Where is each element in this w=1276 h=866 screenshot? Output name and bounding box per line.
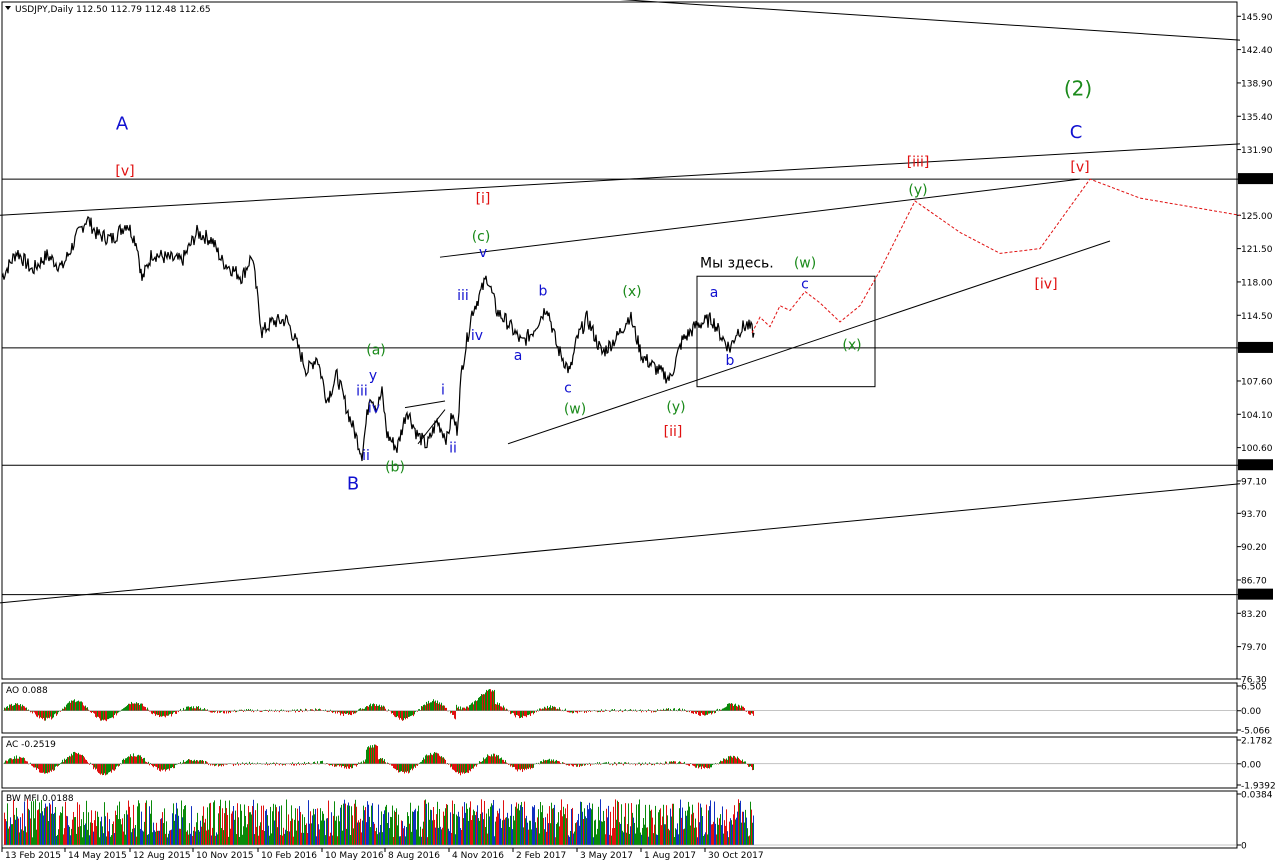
y-tick-label: 0.00 bbox=[1241, 760, 1261, 770]
wave-label: iv bbox=[368, 400, 380, 416]
wave-label: (y) bbox=[908, 182, 927, 198]
y-tick-label: 79.70 bbox=[1241, 643, 1267, 653]
x-tick-label: 8 Aug 2016 bbox=[388, 851, 440, 861]
wave-label: a bbox=[514, 348, 523, 364]
wave-label: iii bbox=[457, 288, 469, 304]
x-tick-label: 10 Nov 2015 bbox=[196, 851, 254, 861]
symbol-header: USDJPY,Daily 112.50 112.79 112.48 112.65 bbox=[15, 5, 211, 15]
y-tick-label: 97.10 bbox=[1241, 477, 1267, 487]
wave-label: [v] bbox=[115, 163, 134, 179]
wave-label: (b) bbox=[385, 459, 405, 475]
y-tick-label: 90.20 bbox=[1241, 543, 1267, 553]
y-tick-label: 118.00 bbox=[1241, 278, 1273, 288]
y-tick-label: -5.066 bbox=[1241, 727, 1270, 737]
y-tick-label: 138.90 bbox=[1241, 79, 1273, 89]
wave-label: (y) bbox=[666, 399, 685, 415]
y-tick-label: 104.10 bbox=[1241, 411, 1273, 421]
wave-label: A bbox=[116, 114, 129, 135]
wave-label: [ii] bbox=[664, 424, 683, 440]
wave-label: a bbox=[710, 285, 719, 301]
x-tick-label: 13 Feb 2015 bbox=[5, 851, 61, 861]
y-tick-label: 135.40 bbox=[1241, 113, 1273, 123]
x-tick-label: 10 May 2016 bbox=[325, 851, 384, 861]
y-tick-label: 0 bbox=[1241, 842, 1247, 852]
x-tick-label: 4 Nov 2016 bbox=[452, 851, 504, 861]
x-tick-label: 10 Feb 2016 bbox=[261, 851, 317, 861]
x-tick-label: 14 May 2015 bbox=[68, 851, 127, 861]
x-tick-label: 1 Aug 2017 bbox=[644, 851, 696, 861]
y-tick-label: 6.505 bbox=[1241, 683, 1267, 693]
y-tick-label: 131.90 bbox=[1241, 146, 1273, 156]
wave-label: (c) bbox=[472, 229, 491, 245]
y-tick-label: 111.07 bbox=[1241, 344, 1273, 354]
wave-label: iii bbox=[356, 383, 368, 399]
wave-label: [v] bbox=[1070, 159, 1089, 175]
wave-label: ii bbox=[449, 440, 457, 456]
wave-label: y bbox=[369, 368, 377, 384]
usdjpy-chart[interactable]: USDJPY,Daily 112.50 112.79 112.48 112.65… bbox=[0, 0, 1276, 866]
x-tick-label: 12 Aug 2015 bbox=[133, 851, 191, 861]
wave-label: (a) bbox=[366, 342, 386, 358]
wave-label: c bbox=[564, 380, 572, 396]
y-tick-label: 100.60 bbox=[1241, 444, 1273, 454]
y-tick-label: 86.70 bbox=[1241, 576, 1267, 586]
wave-label: (2) bbox=[1064, 76, 1092, 100]
x-tick-label: 2 Feb 2017 bbox=[516, 851, 566, 861]
wave-label: [i] bbox=[476, 191, 491, 207]
wave-label: (x) bbox=[842, 338, 861, 354]
wave-label: (w) bbox=[564, 401, 586, 417]
wave-label: c bbox=[801, 277, 809, 293]
wave-label: [iii] bbox=[907, 155, 930, 171]
y-tick-label: 0.00 bbox=[1241, 707, 1261, 717]
wave-label: ii bbox=[362, 448, 370, 464]
wave-label: i bbox=[441, 382, 445, 398]
y-tick-label: 107.60 bbox=[1241, 377, 1273, 387]
y-tick-label: 98.75 bbox=[1241, 462, 1267, 472]
y-tick-label: 93.70 bbox=[1241, 510, 1267, 520]
wave-label: (x) bbox=[622, 284, 641, 300]
wave-label: (w) bbox=[794, 256, 816, 272]
y-tick-label: 121.50 bbox=[1241, 245, 1273, 255]
y-tick-label: 85.16 bbox=[1241, 591, 1267, 601]
annotation-note: Мы здесь. bbox=[700, 256, 774, 272]
wave-label: v bbox=[479, 245, 487, 261]
y-tick-label: 2.1782 bbox=[1241, 737, 1273, 747]
wave-label: B bbox=[347, 474, 359, 495]
y-tick-label: 83.20 bbox=[1241, 610, 1267, 620]
y-tick-label: 142.40 bbox=[1241, 46, 1273, 56]
y-tick-label: 0.0384 bbox=[1241, 791, 1273, 801]
indicator-title: AC -0.2519 bbox=[6, 740, 56, 750]
wave-label: [iv] bbox=[1034, 277, 1057, 293]
y-tick-label: 128.80 bbox=[1241, 176, 1273, 186]
wave-label: b bbox=[726, 353, 735, 369]
y-tick-label: 125.00 bbox=[1241, 212, 1273, 222]
main-panel-frame bbox=[1, 1, 1238, 680]
y-tick-label: 145.90 bbox=[1241, 13, 1273, 23]
y-tick-label: 114.50 bbox=[1241, 312, 1273, 322]
wave-label: iv bbox=[471, 328, 483, 344]
wave-label: C bbox=[1070, 122, 1083, 143]
x-tick-label: 3 May 2017 bbox=[580, 851, 633, 861]
indicator-title: AO 0.088 bbox=[6, 686, 48, 696]
x-tick-label: 30 Oct 2017 bbox=[708, 851, 764, 861]
wave-label: b bbox=[539, 283, 548, 299]
